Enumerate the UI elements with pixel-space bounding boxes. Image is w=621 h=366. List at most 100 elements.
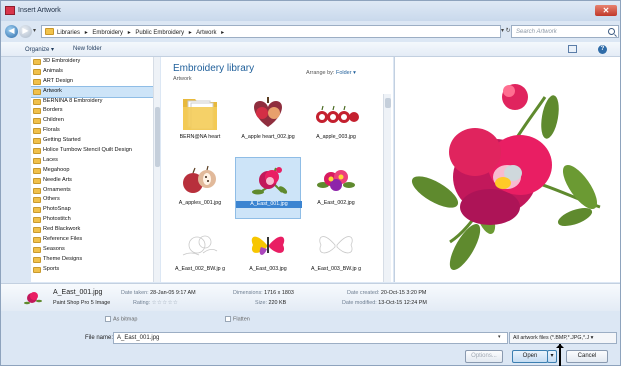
file-name-label: A_apples_001.jpg — [178, 200, 222, 206]
nav-item[interactable]: Holice Turnbow Stencil Quilt Design — [31, 146, 157, 156]
folder-icon — [33, 256, 41, 263]
dimensions-value: 1716 x 1803 — [264, 290, 294, 296]
nav-item[interactable]: Theme Designs — [31, 255, 157, 265]
folder-icon — [33, 157, 41, 164]
navigation-scrollbar[interactable] — [153, 57, 160, 282]
organize-menu[interactable]: Organize ▾ — [25, 46, 54, 53]
as-bitmap-checkbox[interactable]: As bitmap — [105, 316, 137, 322]
folder-icon — [45, 28, 54, 35]
nav-item[interactable]: Red Blackwork — [31, 225, 157, 235]
folder-icon — [33, 78, 41, 85]
file-tile-apples-001[interactable]: A_apples_001.jpg — [167, 157, 233, 219]
nav-item[interactable]: Ornaments — [31, 186, 157, 196]
file-name-label: A_apple heart_002.jpg — [241, 134, 295, 140]
nav-item-label: Ornaments — [43, 186, 71, 193]
file-tile-east-002-bw[interactable]: A_East_002_BW.jp g — [167, 223, 233, 285]
checkbox-box[interactable] — [225, 316, 231, 322]
close-button[interactable]: ✕ — [595, 5, 617, 16]
arrange-by[interactable]: Arrange by: Folder ▾ — [306, 70, 356, 76]
flatten-checkbox[interactable]: Flatten — [225, 316, 250, 322]
rating-stars-icon[interactable]: ☆☆☆☆☆ — [152, 300, 179, 306]
breadcrumb-separator[interactable]: ▸ — [85, 30, 88, 36]
breadcrumb-separator[interactable]: ▸ — [221, 30, 224, 36]
breadcrumb-separator[interactable]: ▸ — [189, 30, 192, 36]
nav-item-label: Laces — [43, 156, 58, 163]
address-bar[interactable]: Libraries ▸ Embroidery ▸ Public Embroide… — [41, 25, 501, 38]
nav-item[interactable]: Laces — [31, 156, 157, 166]
breadcrumb-separator[interactable]: ▸ — [128, 30, 131, 36]
file-view-scrollbar[interactable] — [383, 94, 391, 282]
nav-item[interactable]: Megahoop — [31, 166, 157, 176]
scrollbar-thumb[interactable] — [385, 98, 391, 108]
dialog-title: Insert Artwork — [18, 7, 61, 14]
file-tile-east-003[interactable]: A_East_003.jpg — [235, 223, 301, 285]
file-type-filter[interactable]: All artwork files (*.BMP,*.JPG,*.J ▾ — [509, 332, 617, 344]
nav-item[interactable]: 3D Embroidery — [31, 57, 157, 67]
file-name-dropdown[interactable]: ▾ — [498, 334, 501, 340]
file-tile-apple-003[interactable]: A_apple_003.jpg — [303, 91, 369, 153]
breadcrumb-embroidery[interactable]: Embroidery — [92, 30, 123, 36]
arrange-value[interactable]: Folder ▾ — [336, 70, 356, 76]
nav-item[interactable]: Reference Files — [31, 235, 157, 245]
nav-item[interactable]: Getting Started — [31, 136, 157, 146]
cancel-button[interactable]: Cancel — [566, 350, 608, 363]
button-row: Options... Open ▾ Cancel — [1, 349, 620, 365]
view-options-icon[interactable] — [568, 45, 577, 53]
folder-icon — [33, 227, 41, 234]
breadcrumb-public-embroidery[interactable]: Public Embroidery — [135, 30, 184, 36]
bouquet-icon — [317, 170, 355, 191]
checkbox-box[interactable] — [105, 316, 111, 322]
selected-file-thumbnail — [24, 292, 42, 305]
file-tile-east-002[interactable]: A_East_002.jpg — [303, 157, 369, 219]
back-button[interactable]: ◀ — [5, 25, 18, 38]
nav-item[interactable]: BERNINA 8 Embroidery — [31, 97, 157, 107]
nav-item[interactable]: Borders — [31, 106, 157, 116]
folder-icon — [33, 266, 41, 273]
file-tile-east-003-bw[interactable]: A_East_003_BW.jp g — [303, 223, 369, 285]
refresh-button[interactable]: ▾ ↻ — [501, 27, 511, 34]
nav-item[interactable]: ART Design — [31, 77, 157, 87]
file-name-label: A_apple_003.jpg — [316, 134, 356, 140]
search-icon[interactable] — [608, 28, 615, 35]
file-tile-apple-heart[interactable]: A_apple heart_002.jpg — [235, 91, 301, 153]
options-button[interactable]: Options... — [465, 350, 503, 363]
sketch-icon — [182, 235, 218, 256]
open-button[interactable]: Open — [512, 350, 548, 363]
breadcrumb-artwork[interactable]: Artwork — [196, 30, 216, 36]
new-folder-button[interactable]: New folder — [73, 46, 102, 52]
file-name-input[interactable]: A_East_001.jpg — [113, 332, 508, 344]
nav-item[interactable]: Florals — [31, 126, 157, 136]
folder-icon — [33, 148, 41, 155]
folder-icon — [33, 59, 41, 65]
file-name-label: File name: — [85, 335, 114, 341]
file-view: Embroidery library Artwork Arrange by: F… — [161, 57, 393, 282]
detail-rating[interactable]: Rating: ☆☆☆☆☆ — [133, 300, 178, 306]
file-tile-east-001[interactable]: A_East_001.jpg — [235, 157, 302, 219]
nav-item-label: Red Blackwork — [43, 226, 81, 233]
nav-item[interactable]: Needle Arts — [31, 176, 157, 186]
nav-item[interactable]: Photostitch — [31, 215, 157, 225]
nav-item[interactable]: Others — [31, 195, 157, 205]
forward-button[interactable]: ▶ — [19, 25, 32, 38]
breadcrumb-libraries[interactable]: Libraries — [57, 30, 80, 36]
detail-file-type: Paint Shop Pro 5 Image — [53, 300, 111, 306]
file-tile-folder[interactable]: BERN@NA heart — [167, 91, 233, 153]
recent-pages-dropdown[interactable]: ▾ — [33, 27, 36, 34]
file-name-label: A_East_003_BW.jp g — [310, 266, 362, 272]
nav-item[interactable]: Seasons — [31, 245, 157, 255]
scrollbar-thumb[interactable] — [155, 107, 160, 167]
folder-icon — [33, 246, 41, 253]
nav-item[interactable]: PhotoSnap — [31, 205, 157, 215]
nav-item[interactable]: Sports — [31, 265, 157, 275]
nav-item[interactable]: Children — [31, 116, 157, 126]
date-taken-value: 28-Jan-05 9:17 AM — [150, 290, 196, 296]
nav-item[interactable]: Artwork — [31, 85, 157, 98]
search-input[interactable]: Search Artwork — [511, 25, 619, 38]
help-icon[interactable]: ? — [598, 45, 607, 54]
arrange-label: Arrange by: — [306, 70, 335, 76]
folder-icon — [33, 108, 41, 115]
nav-item-label: PhotoSnap — [43, 206, 71, 213]
preview-pane — [394, 57, 620, 282]
flatten-label: Flatten — [233, 316, 250, 323]
nav-item[interactable]: Animals — [31, 67, 157, 77]
